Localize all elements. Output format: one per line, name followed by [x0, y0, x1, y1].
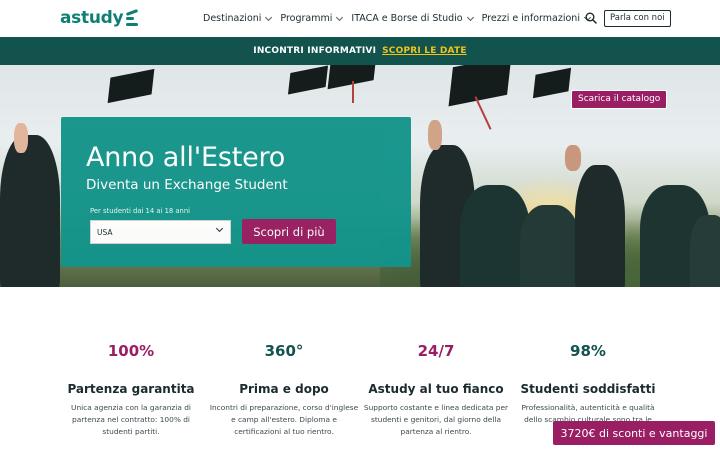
- stat-title: Astudy al tuo fianco: [368, 382, 504, 396]
- stat-title: Prima e dopo: [239, 382, 329, 396]
- country-select[interactable]: USA: [90, 220, 231, 244]
- chevron-down-icon: [336, 13, 344, 21]
- nav-destinazioni[interactable]: Destinazioni: [203, 13, 273, 24]
- stat-value: 360°: [264, 342, 304, 360]
- stat-title: Studenti soddisfatti: [520, 382, 656, 396]
- stat-value: 24/7: [417, 342, 455, 360]
- chevron-down-icon: [466, 13, 474, 21]
- stat-description: Supporto costante e linea dedicata per s…: [363, 403, 509, 436]
- stat-value: 98%: [570, 342, 606, 360]
- nav-programmi[interactable]: Programmi: [280, 13, 344, 24]
- banner-text: INCONTRI INFORMATIVI: [253, 46, 377, 56]
- nav-label: Destinazioni: [203, 13, 262, 24]
- logo-mark-icon: [126, 8, 140, 27]
- download-catalog-button[interactable]: Scarica il catalogo: [571, 90, 668, 109]
- info-banner: INCONTRI INFORMATIVI SCOPRI LE DATE: [0, 37, 720, 65]
- nav-itaca-borse[interactable]: ITACA e Borse di Studio: [351, 13, 474, 24]
- hero-card: Anno all'Estero Diventa un Exchange Stud…: [61, 117, 411, 267]
- nav-prezzi-informazioni[interactable]: Prezzi e informazioni: [481, 13, 592, 24]
- hero-subtitle: Diventa un Exchange Student: [86, 177, 288, 193]
- chevron-down-icon: [265, 13, 273, 21]
- hero-title: Anno all'Estero: [86, 142, 286, 173]
- promo-discounts-button[interactable]: 3720€ di sconti e vantaggi: [553, 421, 715, 445]
- contact-button[interactable]: Parla con noi: [604, 10, 671, 27]
- age-label: Per studenti dai 14 ai 18 anni: [90, 207, 191, 215]
- nav-label: Programmi: [280, 13, 333, 24]
- hero-section: Scarica il catalogo Anno all'Estero Dive…: [0, 65, 720, 287]
- search-icon[interactable]: [585, 12, 597, 24]
- nav-label: ITACA e Borse di Studio: [351, 13, 463, 24]
- stat-description: Incontri di preparazione, corso d'ingles…: [209, 403, 359, 436]
- stat-description: Unica agenzia con la garanzia di partenz…: [71, 403, 191, 436]
- stat-title: Partenza garantita: [67, 382, 195, 396]
- nav-label: Prezzi e informazioni: [481, 13, 580, 24]
- page: astudy Destinazioni Programmi ITACA e Bo…: [0, 0, 720, 450]
- logo-text: astudy: [60, 8, 124, 28]
- country-select-value: USA: [97, 227, 113, 237]
- chevron-down-icon: [215, 224, 224, 233]
- banner-link[interactable]: SCOPRI LE DATE: [382, 46, 467, 56]
- discover-more-button[interactable]: Scopri di più: [242, 219, 336, 244]
- site-header: astudy Destinazioni Programmi ITACA e Bo…: [0, 0, 720, 37]
- astudy-logo[interactable]: astudy: [60, 8, 140, 28]
- stat-value: 100%: [107, 342, 155, 360]
- main-nav: Destinazioni Programmi ITACA e Borse di …: [203, 0, 592, 37]
